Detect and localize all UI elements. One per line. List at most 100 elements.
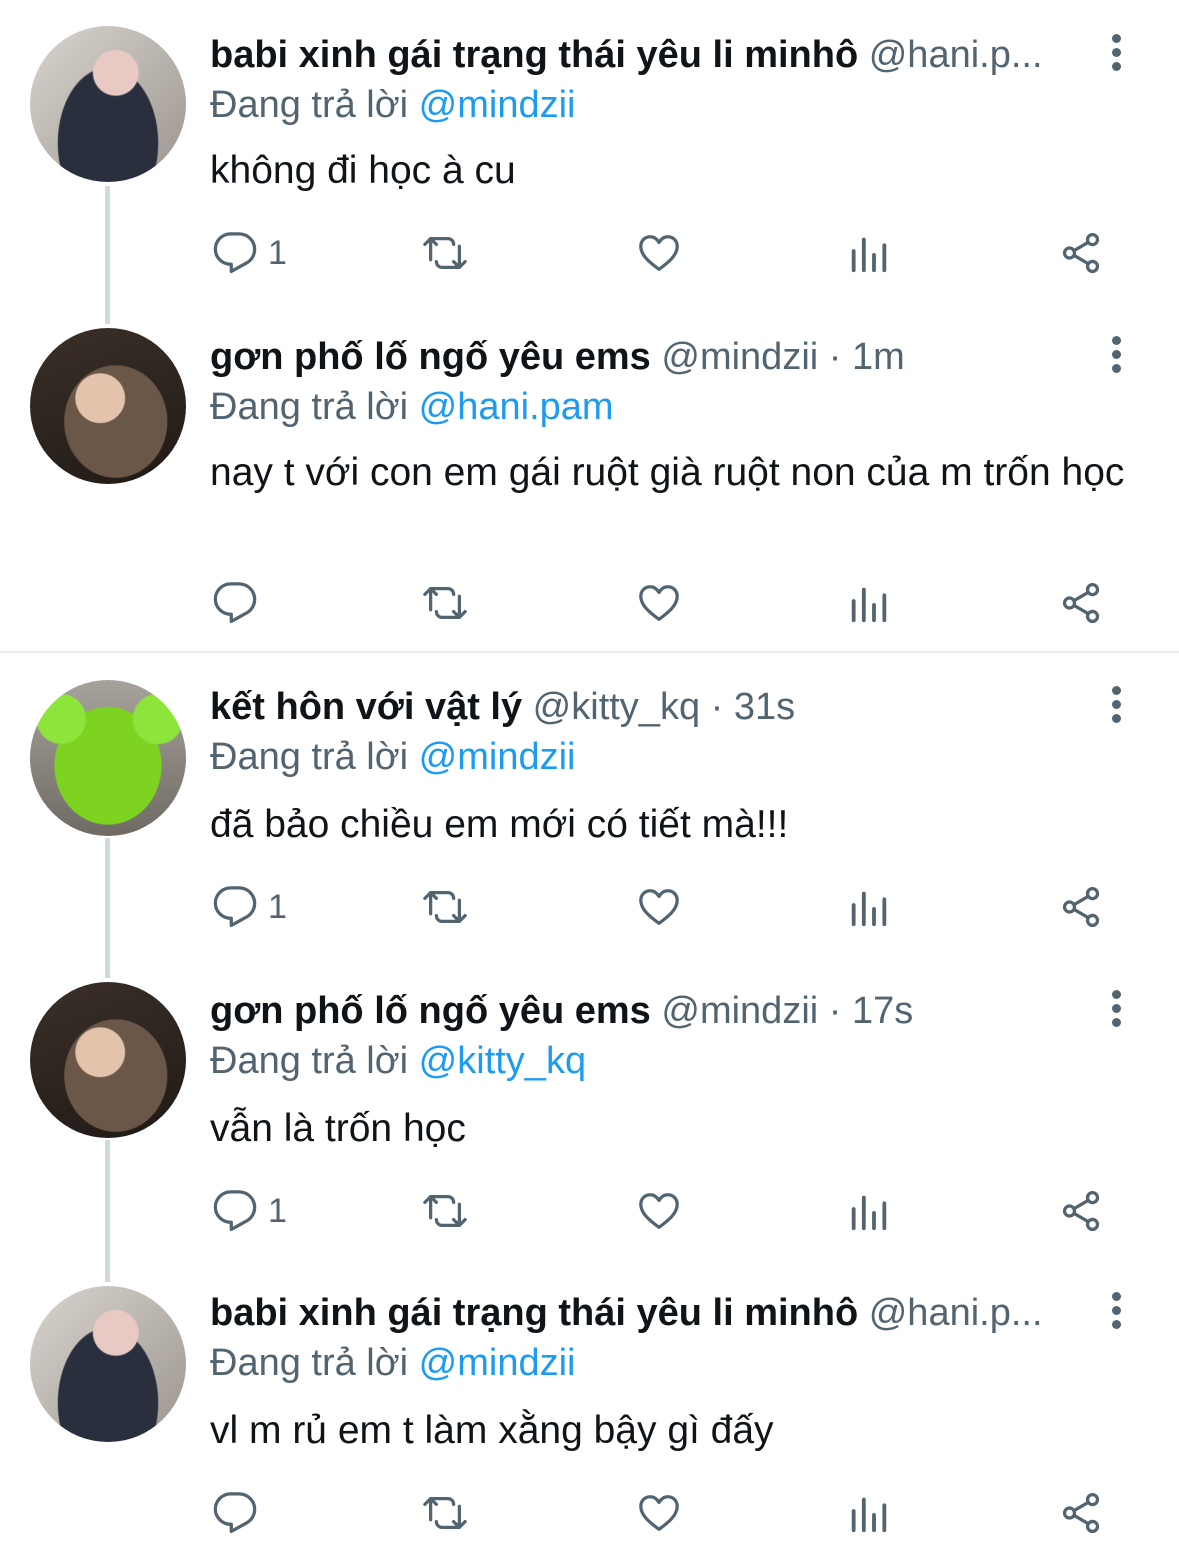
action-bar (0, 578, 1179, 628)
tweet-header: babi xinh gái trạng thái yêu li minhô @h… (210, 1292, 1080, 1335)
tweet-text: vẫn là trốn học (210, 1107, 466, 1150)
heart-icon (639, 1193, 679, 1229)
reply-button[interactable]: 1 (212, 228, 287, 278)
views-button[interactable] (846, 578, 892, 628)
retweet-button[interactable] (422, 1186, 468, 1236)
avatar[interactable] (30, 26, 186, 182)
replying-to: Đang trả lời @mindzii (210, 84, 576, 126)
heart-icon (639, 585, 679, 621)
tweet-text: nay t với con em gái ruột già ruột non c… (210, 451, 1125, 494)
reply-icon (213, 1190, 257, 1232)
replying-to: Đang trả lời @mindzii (210, 736, 576, 778)
mention-link[interactable]: @kitty_kq (419, 1040, 586, 1082)
views-icon (851, 237, 887, 273)
username: @hani.p... (868, 34, 1043, 76)
more-vertical-icon[interactable] (1108, 1292, 1124, 1336)
share-button[interactable] (1058, 1488, 1104, 1538)
more-vertical-icon[interactable] (1108, 336, 1124, 380)
avatar[interactable] (30, 982, 186, 1138)
views-button[interactable] (846, 228, 892, 278)
tweet-header: babi xinh gái trạng thái yêu li minhô @h… (210, 34, 1080, 77)
display-name[interactable]: babi xinh gái trạng thái yêu li minhô (210, 1292, 858, 1334)
action-bar (0, 1488, 1179, 1538)
tweet-text: đã bảo chiều em mới có tiết mà!!! (210, 803, 789, 846)
share-icon (1062, 232, 1100, 274)
mention-link[interactable]: @hani.pam (419, 386, 614, 428)
share-icon (1062, 1190, 1100, 1232)
like-button[interactable] (636, 228, 682, 278)
display-name[interactable]: kết hôn với vật lý (210, 686, 522, 728)
retweet-button[interactable] (422, 1488, 468, 1538)
reply-button[interactable] (212, 578, 268, 628)
like-button[interactable] (636, 1186, 682, 1236)
username: @kitty_kq (532, 686, 701, 728)
views-button[interactable] (846, 1488, 892, 1538)
mention-link[interactable]: @mindzii (419, 84, 576, 126)
username: @mindzii (661, 990, 819, 1032)
tweet-header: gơn phố lố ngố yêu ems @mindzii · 17s (210, 990, 1080, 1033)
retweet-icon (423, 1496, 467, 1530)
username: @hani.p... (868, 1292, 1043, 1334)
like-button[interactable] (636, 1488, 682, 1538)
share-button[interactable] (1058, 578, 1104, 628)
action-bar: 1 (0, 882, 1179, 932)
reply-count: 1 (268, 233, 287, 272)
share-button[interactable] (1058, 1186, 1104, 1236)
views-button[interactable] (846, 882, 892, 932)
tweet[interactable]: babi xinh gái trạng thái yêu li minhô @h… (0, 22, 1179, 312)
tweet[interactable]: gơn phố lố ngố yêu ems @mindzii · 17s Đa… (0, 980, 1179, 1270)
display-name[interactable]: gơn phố lố ngố yêu ems (210, 336, 651, 378)
replying-to: Đang trả lời @hani.pam (210, 386, 614, 428)
share-button[interactable] (1058, 228, 1104, 278)
thread-separator (0, 651, 1179, 653)
display-name[interactable]: gơn phố lố ngố yêu ems (210, 990, 651, 1032)
reply-button[interactable]: 1 (212, 882, 287, 932)
retweet-button[interactable] (422, 578, 468, 628)
share-icon (1062, 582, 1100, 624)
timestamp[interactable]: · 31s (711, 686, 795, 728)
tweet[interactable]: babi xinh gái trạng thái yêu li minhô @h… (0, 1284, 1179, 1560)
timestamp[interactable]: · 17s (829, 990, 913, 1032)
retweet-button[interactable] (422, 228, 468, 278)
avatar[interactable] (30, 328, 186, 484)
like-button[interactable] (636, 578, 682, 628)
tweet-header: gơn phố lố ngố yêu ems @mindzii · 1m (210, 336, 1080, 379)
username: @mindzii (661, 336, 819, 378)
views-icon (851, 587, 887, 623)
reply-icon (213, 1492, 257, 1534)
display-name[interactable]: babi xinh gái trạng thái yêu li minhô (210, 34, 858, 76)
retweet-icon (423, 890, 467, 924)
retweet-icon (423, 586, 467, 620)
reply-button[interactable] (212, 1488, 268, 1538)
reply-icon (213, 232, 257, 274)
avatar[interactable] (30, 1286, 186, 1442)
tweet-text: vl m rủ em t làm xằng bậy gì đấy (210, 1409, 774, 1452)
more-vertical-icon[interactable] (1108, 686, 1124, 730)
reply-icon (213, 582, 257, 624)
more-vertical-icon[interactable] (1108, 990, 1124, 1034)
like-button[interactable] (636, 882, 682, 932)
mention-link[interactable]: @mindzii (419, 736, 576, 778)
mention-link[interactable]: @mindzii (419, 1342, 576, 1384)
retweet-button[interactable] (422, 882, 468, 932)
tweet[interactable]: kết hôn với vật lý @kitty_kq · 31s Đang … (0, 678, 1179, 968)
action-bar: 1 (0, 228, 1179, 278)
timestamp[interactable]: · 1m (829, 336, 905, 378)
tweet[interactable]: gơn phố lố ngố yêu ems @mindzii · 1m Đan… (0, 326, 1179, 646)
replying-to: Đang trả lời @kitty_kq (210, 1040, 587, 1082)
share-button[interactable] (1058, 882, 1104, 932)
views-icon (851, 1497, 887, 1533)
retweet-icon (423, 1194, 467, 1228)
avatar[interactable] (30, 680, 186, 836)
reply-button[interactable]: 1 (212, 1186, 287, 1236)
action-bar: 1 (0, 1186, 1179, 1236)
views-button[interactable] (846, 1186, 892, 1236)
heart-icon (639, 889, 679, 925)
tweet-header: kết hôn với vật lý @kitty_kq · 31s (210, 686, 1080, 729)
views-icon (851, 1195, 887, 1231)
heart-icon (639, 1495, 679, 1531)
more-vertical-icon[interactable] (1108, 34, 1124, 78)
reply-count: 1 (268, 887, 287, 926)
share-icon (1062, 886, 1100, 928)
retweet-icon (423, 236, 467, 270)
